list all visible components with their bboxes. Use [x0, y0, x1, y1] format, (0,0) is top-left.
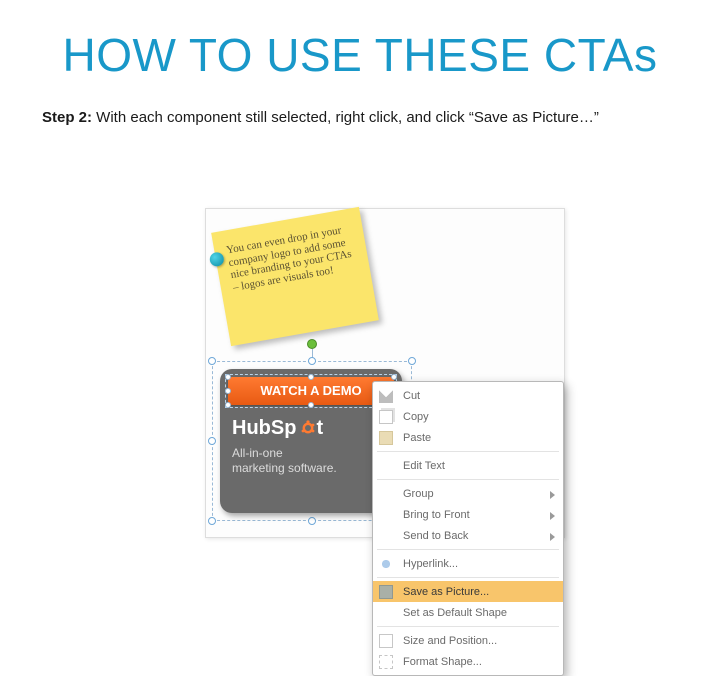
- menu-item-label: Save as Picture...: [403, 586, 489, 598]
- menu-separator: [377, 626, 559, 627]
- hubspot-text-a: HubSp: [232, 417, 296, 439]
- link-icon: [379, 557, 393, 571]
- sticky-note: You can even drop in your company logo t…: [211, 207, 379, 346]
- menu-item-label: Copy: [403, 411, 429, 423]
- cta-subtitle-line: All-in-one: [232, 446, 392, 461]
- sticky-note-text: You can even drop in your company logo t…: [225, 224, 352, 293]
- menu-item-edit-text[interactable]: Edit Text: [373, 455, 563, 476]
- hubspot-text-b: t: [316, 417, 323, 439]
- resize-handle-icon[interactable]: [208, 437, 216, 445]
- menu-item-copy[interactable]: Copy: [373, 406, 563, 427]
- menu-item-label: Bring to Front: [403, 509, 470, 521]
- menu-separator: [377, 549, 559, 550]
- menu-item-size-and-position[interactable]: Size and Position...: [373, 630, 563, 651]
- menu-item-format-shape[interactable]: Format Shape...: [373, 651, 563, 672]
- resize-handle-icon[interactable]: [208, 517, 216, 525]
- save-icon: [379, 585, 393, 599]
- rotate-handle-icon[interactable]: [307, 339, 317, 349]
- fmt-icon: [379, 655, 393, 669]
- pos-icon: [379, 634, 393, 648]
- menu-item-bring-to-front[interactable]: Bring to Front: [373, 504, 563, 525]
- menu-item-label: Cut: [403, 390, 420, 402]
- menu-item-hyperlink[interactable]: Hyperlink...: [373, 553, 563, 574]
- slide-title: HOW TO USE THESE CTAs: [0, 28, 720, 82]
- resize-handle-icon[interactable]: [225, 402, 231, 408]
- menu-item-label: Hyperlink...: [403, 558, 458, 570]
- resize-handle-icon[interactable]: [308, 517, 316, 525]
- copy-icon: [379, 410, 393, 424]
- resize-handle-icon[interactable]: [308, 402, 314, 408]
- menu-item-set-as-default-shape[interactable]: Set as Default Shape: [373, 602, 563, 623]
- pushpin-icon: [210, 252, 224, 266]
- menu-separator: [377, 451, 559, 452]
- menu-item-label: Size and Position...: [403, 635, 497, 647]
- menu-separator: [377, 479, 559, 480]
- menu-item-group[interactable]: Group: [373, 483, 563, 504]
- cut-icon: [379, 389, 393, 403]
- menu-item-paste[interactable]: Paste: [373, 427, 563, 448]
- menu-item-cut[interactable]: Cut: [373, 385, 563, 406]
- menu-item-label: Set as Default Shape: [403, 607, 507, 619]
- resize-handle-icon[interactable]: [308, 357, 316, 365]
- menu-item-label: Group: [403, 488, 434, 500]
- step-label: Step 2:: [42, 109, 92, 126]
- menu-item-label: Format Shape...: [403, 656, 482, 668]
- menu-item-save-as-picture[interactable]: Save as Picture...: [373, 581, 563, 602]
- menu-separator: [377, 577, 559, 578]
- step-body: With each component still selected, righ…: [92, 109, 599, 126]
- watch-demo-label: WATCH A DEMO: [260, 383, 361, 398]
- watch-demo-button[interactable]: WATCH A DEMO: [228, 377, 394, 405]
- resize-handle-icon[interactable]: [408, 357, 416, 365]
- menu-item-send-to-back[interactable]: Send to Back: [373, 525, 563, 546]
- menu-item-label: Edit Text: [403, 460, 445, 472]
- resize-handle-icon[interactable]: [208, 357, 216, 365]
- step-paragraph: Step 2: With each component still select…: [42, 108, 678, 128]
- paste-icon: [379, 431, 393, 445]
- menu-item-label: Paste: [403, 432, 431, 444]
- resize-handle-icon[interactable]: [225, 388, 231, 394]
- embedded-screenshot: You can even drop in your company logo t…: [205, 208, 565, 538]
- resize-handle-icon[interactable]: [308, 374, 314, 380]
- resize-handle-icon[interactable]: [225, 374, 231, 380]
- sprocket-icon: [300, 420, 316, 436]
- context-menu: Cut Copy Paste Edit Text Group Bring to Front…: [372, 381, 564, 676]
- cta-subtitle-line: marketing software.: [232, 461, 392, 476]
- resize-handle-icon[interactable]: [391, 374, 397, 380]
